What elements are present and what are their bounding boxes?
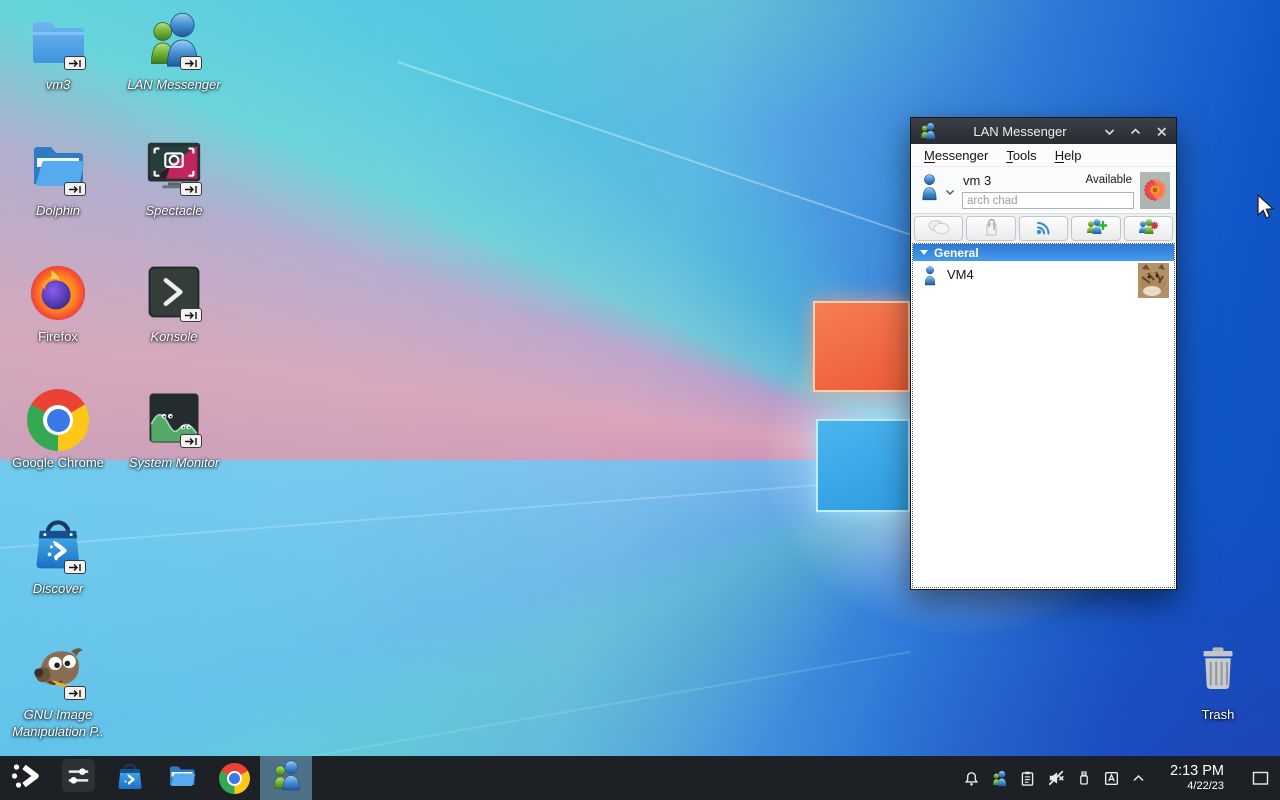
- taskbar-clock[interactable]: 2:13 PM 4/22/23: [1160, 762, 1224, 792]
- add-contact-icon: [1085, 218, 1108, 239]
- system-tray: 2:13 PM 4/22/23: [963, 762, 1280, 792]
- contact-avatar: [1138, 263, 1169, 298]
- expand-tray-icon[interactable]: [1131, 771, 1146, 786]
- desktop-icon-label: System Monitor: [128, 455, 220, 470]
- group-header-general[interactable]: General: [913, 244, 1174, 261]
- group-label: General: [934, 245, 979, 260]
- clock-time: 2:13 PM: [1170, 762, 1224, 779]
- desktop-icon-discover[interactable]: Discover: [10, 514, 106, 598]
- lan-messenger-window: LAN Messenger Messenger Tools Help vm 3 …: [910, 117, 1177, 590]
- desktop-icon-label: Konsole: [150, 329, 198, 344]
- trash-icon: [1189, 641, 1247, 704]
- window-title: LAN Messenger: [973, 123, 1067, 139]
- menu-messenger[interactable]: Messenger: [915, 146, 997, 165]
- attach-file-icon: [982, 218, 1000, 239]
- desktop-icon-dolphin[interactable]: Dolphin: [10, 136, 106, 220]
- symlink-emblem-icon: [64, 56, 86, 70]
- symlink-emblem-icon: [180, 56, 202, 70]
- desktop-icon-label: vm3: [45, 77, 71, 92]
- app-launcher-icon: [10, 760, 42, 797]
- desktop: vm3 LAN Messenger Dolphin Spectacle Fire…: [0, 0, 1280, 800]
- user-icon: [920, 174, 939, 204]
- taskbar-lan-messenger[interactable]: [260, 756, 312, 800]
- desktop-icon-label: Dolphin: [35, 203, 81, 218]
- self-user-name: vm 3: [963, 173, 992, 188]
- symlink-emblem-icon: [64, 686, 86, 700]
- show-desktop-icon[interactable]: [1252, 771, 1269, 786]
- desktop-icon-label: Firefox: [38, 329, 78, 344]
- desktop-icon-label: GNU Image Manipulation P..: [12, 707, 104, 739]
- desktop-icon-spectacle[interactable]: Spectacle: [126, 136, 222, 220]
- window-menubar: Messenger Tools Help: [911, 144, 1176, 167]
- desktop-icon-label: Discover: [32, 581, 84, 596]
- contact-row-vm4[interactable]: VM4: [913, 261, 1174, 303]
- chat-icon: [928, 219, 950, 238]
- symlink-emblem-icon: [64, 182, 86, 196]
- symlink-emblem-icon: [180, 434, 202, 448]
- symlink-emblem-icon: [64, 560, 86, 574]
- desktop-icon-lan-messenger[interactable]: LAN Messenger: [126, 10, 222, 94]
- contact-list: General VM4: [912, 243, 1175, 588]
- broadcast-button[interactable]: [1018, 216, 1069, 241]
- lan-messenger-icon: [270, 759, 303, 797]
- notifications-icon[interactable]: [963, 770, 980, 787]
- taskbar-dolphin[interactable]: [156, 756, 208, 800]
- usb-device-icon[interactable]: [1076, 770, 1092, 786]
- taskbar-system-settings[interactable]: [52, 756, 104, 800]
- keyboard-layout-icon[interactable]: [1103, 770, 1120, 787]
- minimize-icon[interactable]: [1103, 125, 1116, 138]
- send-file-button[interactable]: [966, 216, 1016, 241]
- desktop-icon-firefox[interactable]: Firefox: [10, 262, 106, 346]
- desktop-icon-label: Trash: [1201, 707, 1235, 722]
- mouse-cursor: [1256, 193, 1278, 227]
- symlink-emblem-icon: [180, 182, 202, 196]
- window-toolbar: [911, 213, 1176, 243]
- desktop-icon-label: LAN Messenger: [127, 77, 221, 92]
- self-avatar[interactable]: [1140, 172, 1170, 209]
- chat-button[interactable]: [914, 216, 964, 241]
- desktop-icon-gimp[interactable]: GNU Image Manipulation P..: [10, 640, 106, 741]
- chevron-down-icon[interactable]: [945, 184, 955, 199]
- chrome-icon: [27, 389, 89, 451]
- lan-messenger-tray-icon[interactable]: [991, 770, 1008, 787]
- volume-muted-icon[interactable]: [1047, 769, 1065, 787]
- windows-logo-orange-square: [813, 301, 910, 392]
- contact-settings-button[interactable]: [1123, 216, 1174, 241]
- broadcast-icon: [1035, 218, 1053, 239]
- desktop-icon-vm3[interactable]: vm3: [10, 10, 106, 94]
- lan-messenger-window-icon: [919, 122, 937, 140]
- desktop-icon-label: Google Chrome: [12, 455, 104, 470]
- contact-settings-icon: [1137, 218, 1159, 239]
- contact-name: VM4: [947, 267, 974, 282]
- discover-icon: [114, 760, 146, 797]
- windows-logo-blue-square: [816, 419, 910, 512]
- desktop-icon-google-chrome[interactable]: Google Chrome: [10, 388, 106, 472]
- chrome-icon: [218, 762, 250, 794]
- dolphin-icon: [166, 760, 198, 797]
- close-icon[interactable]: [1155, 125, 1168, 138]
- contact-user-icon: [923, 266, 937, 289]
- add-contact-button[interactable]: [1071, 216, 1121, 241]
- presence-status[interactable]: Available: [1086, 174, 1132, 186]
- group-expanded-icon: [920, 250, 928, 255]
- status-message-input[interactable]: [962, 192, 1134, 209]
- taskbar-discover[interactable]: [104, 756, 156, 800]
- firefox-icon: [27, 261, 89, 328]
- taskbar-chrome[interactable]: [208, 756, 260, 800]
- window-titlebar[interactable]: LAN Messenger: [911, 118, 1176, 144]
- system-settings-icon: [61, 759, 95, 797]
- menu-help[interactable]: Help: [1046, 146, 1091, 165]
- clock-date: 4/22/23: [1187, 779, 1224, 792]
- desktop-icon-konsole[interactable]: Konsole: [126, 262, 222, 346]
- symlink-emblem-icon: [180, 308, 202, 322]
- app-launcher-button[interactable]: [0, 756, 52, 800]
- desktop-icon-label: Spectacle: [145, 203, 203, 218]
- menu-tools[interactable]: Tools: [997, 146, 1045, 165]
- desktop-icon-trash[interactable]: Trash: [1170, 640, 1266, 724]
- maximize-icon[interactable]: [1129, 125, 1142, 138]
- desktop-icon-system-monitor[interactable]: System Monitor: [126, 388, 222, 472]
- self-user-panel: vm 3 Available: [911, 167, 1176, 213]
- taskbar: 2:13 PM 4/22/23: [0, 756, 1280, 800]
- clipboard-icon[interactable]: [1019, 770, 1036, 787]
